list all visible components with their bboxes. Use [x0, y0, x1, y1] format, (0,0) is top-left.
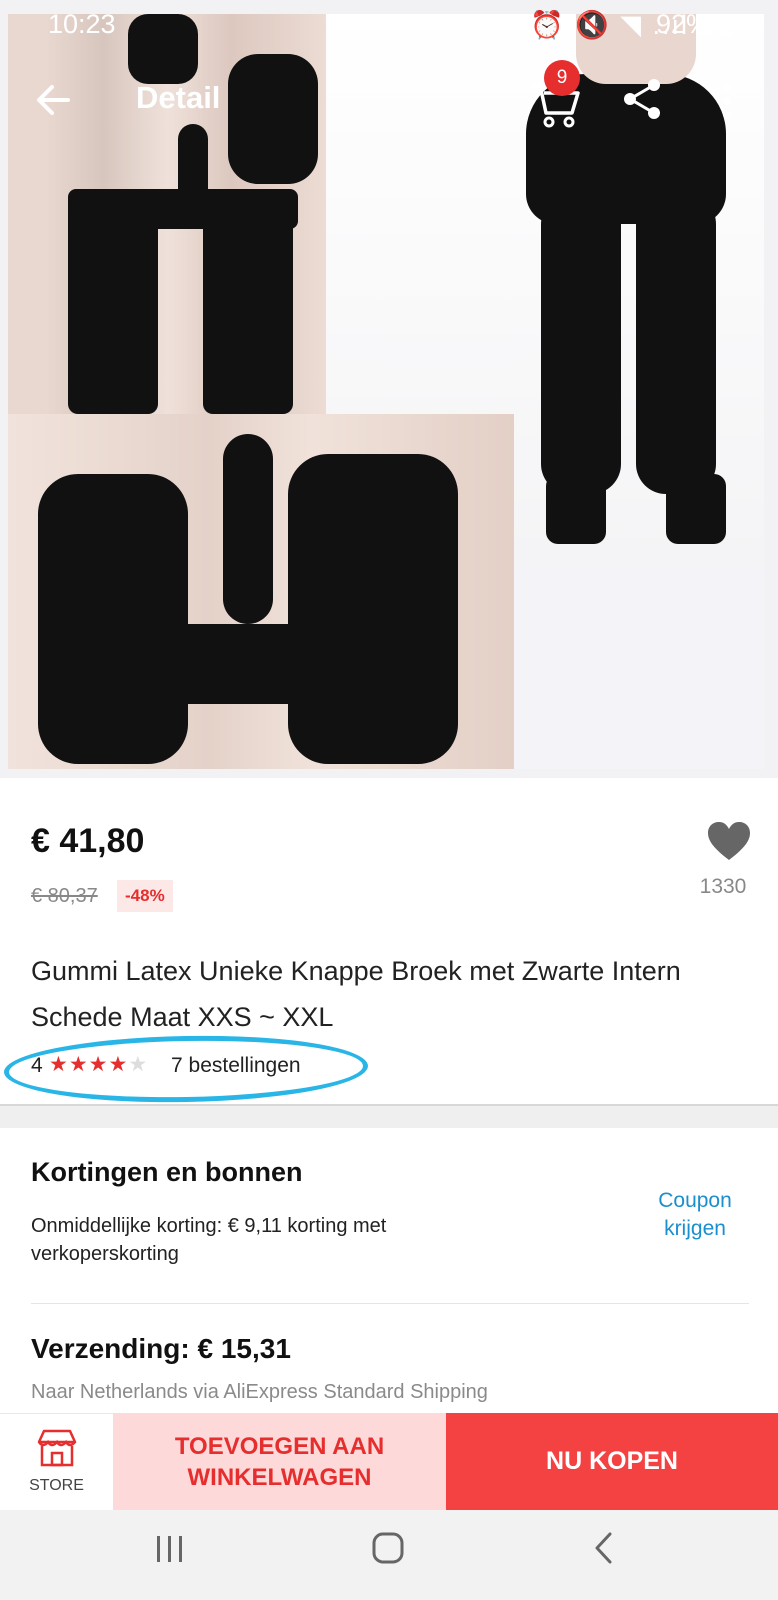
back-arrow-icon[interactable]: [30, 75, 80, 125]
add-to-cart-button[interactable]: TOEVOEGEN AAN WINKELWAGEN: [113, 1413, 446, 1510]
add-to-cart-label: TOEVOEGEN AAN WINKELWAGEN: [174, 1432, 385, 1491]
top-toolbar: Detail 9: [0, 60, 778, 140]
coupon-description: Onmiddellijke korting: € 9,11 korting me…: [31, 1215, 387, 1265]
system-nav-bar: [0, 1510, 778, 1600]
get-coupon-link[interactable]: Coupon krijgen: [630, 1187, 760, 1243]
recent-apps-icon[interactable]: [153, 1532, 187, 1566]
heart-icon[interactable]: [706, 820, 752, 862]
cart-count-badge: 9: [544, 60, 580, 96]
share-icon[interactable]: [620, 76, 666, 122]
status-bar: 10:23 ⏰ 🔇 ◥ ..ıl 92% ▮: [0, 0, 778, 50]
shipping-method: Naar Netherlands via AliExpress Standard…: [31, 1381, 488, 1403]
coupon-heading: Kortingen en bonnen: [31, 1157, 303, 1187]
highlight-circle-annotation: [3, 1032, 369, 1106]
status-time: 10:23: [48, 9, 116, 39]
buy-now-label: NU KOPEN: [546, 1447, 678, 1475]
discount-badge: -48%: [117, 880, 173, 912]
divider: [31, 1303, 749, 1304]
product-photo-blank: [514, 569, 764, 769]
shipping-heading[interactable]: Verzending: € 15,31: [31, 1333, 291, 1365]
home-icon[interactable]: [370, 1530, 406, 1566]
bottom-action-bar: STORE TOEVOEGEN AAN WINKELWAGEN NU KOPEN: [0, 1413, 778, 1510]
nav-back-icon[interactable]: [590, 1530, 618, 1566]
more-vertical-icon[interactable]: [715, 78, 739, 124]
store-icon: [37, 1429, 77, 1467]
product-price: € 41,80: [31, 822, 145, 860]
store-button[interactable]: STORE: [0, 1413, 113, 1510]
product-title: Gummi Latex Unieke Knappe Broek met Zwar…: [31, 956, 681, 1032]
original-price: € 80,37: [31, 885, 98, 907]
product-photo-bottom-left: [8, 414, 514, 769]
section-gap: [0, 1106, 778, 1128]
battery-indicator: 92% ▮: [656, 9, 733, 39]
page-title: Detail: [136, 80, 221, 115]
store-label: STORE: [29, 1477, 84, 1494]
wishlist-count: 1330: [699, 875, 747, 898]
buy-now-button[interactable]: NU KOPEN: [446, 1413, 778, 1510]
